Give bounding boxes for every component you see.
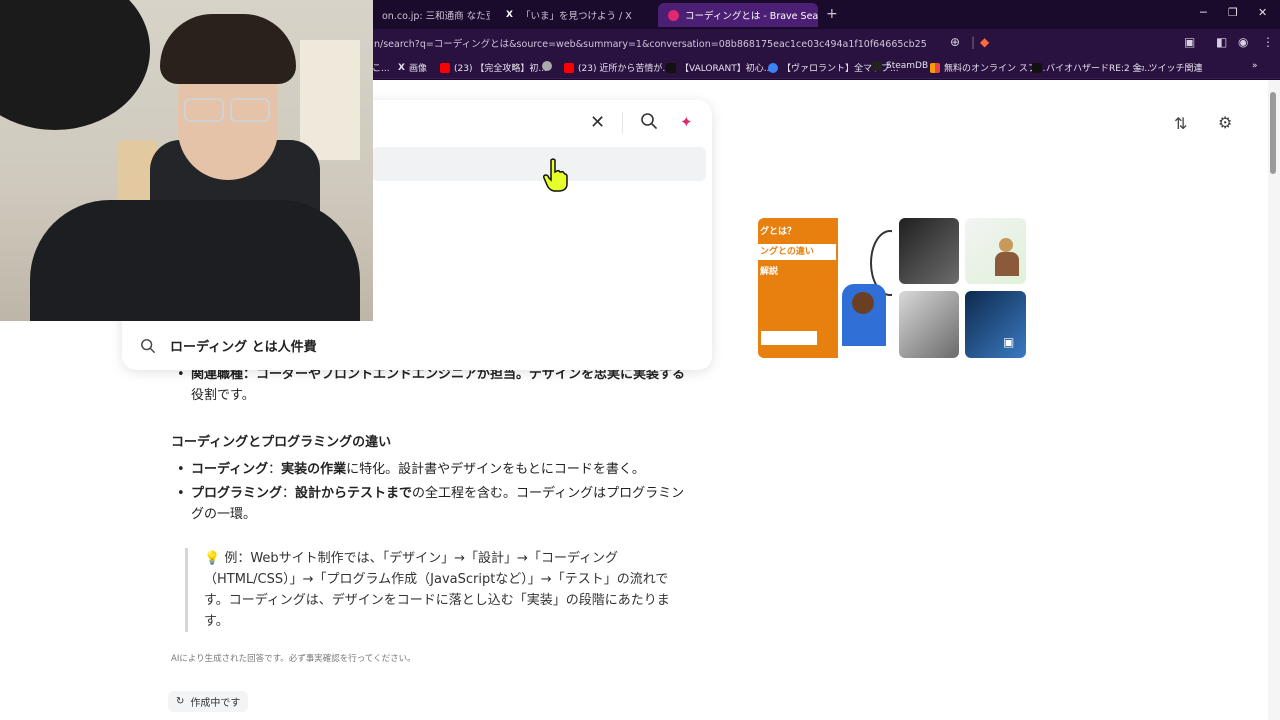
loading-icon: ↻ [176, 696, 185, 707]
thumb-text: グとは？ [760, 227, 797, 237]
sort-tools-icon[interactable]: ⇅ [1174, 114, 1187, 133]
webcam-overlay [0, 0, 373, 321]
globe-icon [542, 61, 552, 71]
brave-shield-icon[interactable]: ◆ [980, 35, 989, 49]
scrollbar-thumb[interactable] [1270, 92, 1276, 174]
x-logo-icon: X [506, 10, 513, 20]
steamdb-icon [872, 61, 882, 71]
bookmark-item[interactable]: 無料のオンライン スプ... [930, 61, 1045, 74]
youtube-icon [564, 62, 574, 73]
window-icon[interactable]: ▣ [1184, 35, 1195, 49]
bookmark-item[interactable]: (23) 【完全攻略】初... [440, 61, 547, 74]
image-icon: ▣ [1003, 335, 1015, 349]
bookmark-item[interactable]: バイオハザードRE:2 金... [1032, 61, 1150, 74]
bookmark-item[interactable] [542, 61, 556, 71]
image-thumb-typing[interactable] [899, 291, 959, 358]
example-quote: 💡 例：Webサイト制作では、「デザイン」→「設計」→「コーディング（HTML/… [185, 548, 685, 632]
suggestion-highlight[interactable] [372, 147, 706, 181]
divider [622, 112, 623, 134]
bookmark-folder[interactable]: ▭ ツイッチ関連 [1136, 61, 1203, 75]
tab-brave-search[interactable]: コーディングとは - Brave Search ✕ [658, 3, 818, 27]
thumb-text: ングとの違い [758, 244, 836, 260]
ai-sparkle-icon[interactable]: ✦ [680, 113, 693, 131]
answer-bullet: 関連職種：コーダーやフロントエンドエンジニアが担当。デザインを忠実に実装する 役… [171, 364, 691, 406]
image-thumb-woman-laptop[interactable] [965, 218, 1026, 284]
folder-icon: ▭ [1136, 62, 1145, 73]
tab-label: コーディングとは - Brave Search [685, 11, 818, 22]
brave-search-icon [668, 9, 679, 21]
site-icon [768, 62, 778, 73]
thumb-text: 解説 [760, 267, 779, 277]
hand-cursor-icon [543, 158, 568, 192]
image-thumb-code-screen[interactable]: ▣ [965, 291, 1026, 358]
x-logo-icon: X [398, 62, 405, 73]
bookmark-item[interactable]: X 画像 [398, 61, 427, 75]
suggestion-text: ローディング とは人件費 [170, 340, 317, 355]
new-tab-icon[interactable]: + [826, 6, 838, 22]
image-thumb-laptop-hands[interactable] [899, 218, 959, 284]
answer-bullet: コーディング：実装の作業に特化。設計書やデザインをもとにコードを書く。 [171, 459, 691, 480]
bookmark-item[interactable]: 【VALORANT】初心... [666, 61, 772, 74]
clear-search-icon[interactable]: ✕ [590, 112, 605, 133]
image-thumb-coding-article[interactable]: グとは？ ングとの違い 解説 [758, 218, 892, 358]
bookmark-item[interactable]: SteamDB [872, 61, 928, 71]
bookmark-item[interactable]: こ... [372, 61, 390, 74]
valorant-icon [666, 62, 676, 73]
menu-icon[interactable]: ⋮ [1262, 35, 1274, 49]
tab-label: 「いま」を見つけよう / X [521, 11, 632, 22]
spreadsheet-icon [930, 62, 940, 73]
zoom-icon[interactable]: ⊕ [950, 35, 960, 49]
generating-status: ↻ 作成中です [168, 691, 249, 712]
minimize-icon[interactable]: ─ [1200, 6, 1207, 19]
biohazard-icon [1032, 62, 1042, 73]
search-icon[interactable] [640, 112, 658, 130]
search-icon [141, 338, 155, 353]
tab-x[interactable]: X 「いま」を見つけよう / X [494, 3, 654, 27]
tab-amazon[interactable]: on.co.jp: 三和通商 なた豆すっき [372, 3, 490, 27]
ai-answer: 関連職種：コーダーやフロントエンドエンジニアが担当。デザインを忠実に実装する 役… [171, 364, 691, 525]
ai-disclaimer: AIにより生成された回答です。必ず事実確認を行ってください。 [171, 654, 416, 664]
bookmark-item[interactable]: (23) 近所から苦情が... [564, 61, 671, 74]
scrollbar-track[interactable] [1268, 80, 1280, 720]
gear-icon[interactable]: ⚙ [1218, 113, 1232, 132]
divider: | [971, 35, 976, 49]
private-icon[interactable]: ◉ [1238, 35, 1248, 49]
answer-heading: コーディングとプログラミングの違い [171, 435, 392, 450]
suggestion-item[interactable]: ローディング とは人件費 [140, 336, 317, 355]
tab-label: on.co.jp: 三和通商 なた豆すっき [382, 11, 490, 22]
close-window-icon[interactable]: ✕ [1258, 6, 1267, 19]
url-field[interactable]: n/search?q=コーディングとは&source=web&summary=1… [374, 36, 927, 50]
sidebar-icon[interactable]: ◧ [1216, 35, 1227, 49]
youtube-icon [440, 62, 450, 73]
answer-bullet: プログラミング：設計からテストまでの全工程を含む。コーディングはプログラミングの… [171, 483, 691, 525]
bookmarks-overflow-icon[interactable]: » [1252, 61, 1258, 71]
maximize-icon[interactable]: ❐ [1228, 6, 1238, 19]
